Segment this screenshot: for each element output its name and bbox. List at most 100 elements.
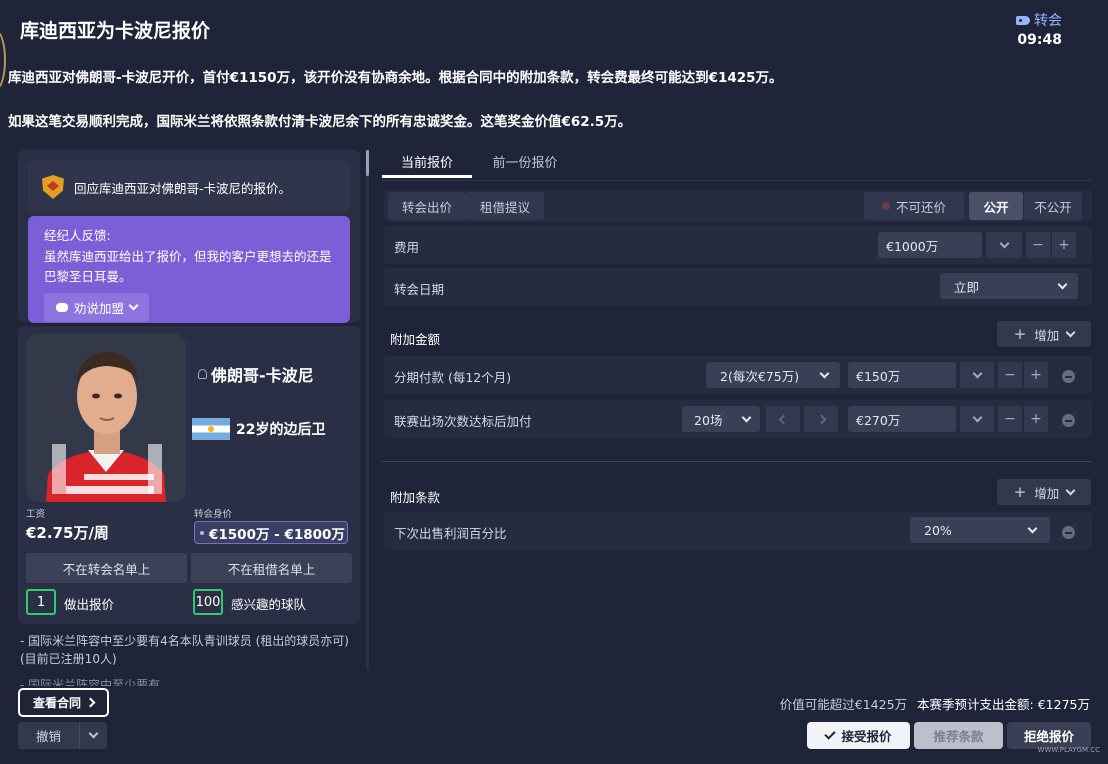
section-label[interactable]: 转会 [1016, 10, 1062, 30]
private-option[interactable]: 不公开 [1024, 192, 1082, 220]
max-value-text: 价值可能超过€1425万 [779, 697, 908, 712]
player-photo[interactable] [26, 334, 186, 502]
reject-offer-button[interactable]: 拒绝报价 [1007, 722, 1091, 749]
offers-label[interactable]: 做出报价 [64, 594, 114, 613]
clauses-label: 附加条款 [390, 490, 441, 505]
value-label: 转会身价 [194, 509, 233, 520]
appearances-prev[interactable] [766, 406, 800, 432]
fee-input[interactable]: €1000万 [878, 232, 982, 258]
offer-summary: 价值可能超过€1425万 本赛季预计支出金额: €1275万 [780, 694, 1090, 713]
player-portrait-image [26, 334, 186, 502]
tag-icon [1016, 15, 1030, 25]
loan-list-button[interactable]: 不在租借名单上 [191, 553, 352, 583]
interest-label[interactable]: 感兴趣的球队 [231, 594, 306, 613]
public-option[interactable]: 公开 [969, 192, 1023, 220]
appearances-next[interactable] [804, 406, 838, 432]
player-info: 22岁的边后卫 [192, 418, 325, 440]
sell-on-label: 下次出售利润百分比 [394, 526, 507, 541]
chat-bubble-icon [56, 303, 68, 312]
installments-label: 分期付款 (每12个月) [394, 370, 512, 385]
add-fee-button[interactable]: + 增加 [997, 321, 1091, 347]
player-name[interactable]: 佛朗哥-卡波尼 [198, 362, 314, 386]
fee-dropdown[interactable] [986, 232, 1022, 258]
scrollbar-thumb[interactable] [366, 150, 369, 176]
undo-button[interactable]: 撤销 [18, 722, 107, 749]
installments-increment[interactable]: + [1024, 362, 1048, 388]
chevron-down-icon [128, 300, 139, 311]
transfer-date-select[interactable]: 立即 [940, 273, 1078, 299]
recommend-terms-button[interactable]: 推荐条款 [914, 722, 1003, 749]
club-response-card: 回应库迪西亚对佛朗哥-卡波尼的报价。 经纪人反馈: 虽然库迪西亚给出了报价，但我… [18, 150, 360, 323]
persuade-button[interactable]: 劝说加盟 [44, 293, 150, 322]
transfer-date-label: 转会日期 [394, 282, 445, 297]
offer-type-bar: 转会出价 租借提议 不可还价 公开 不公开 [384, 190, 1092, 222]
fee-increment[interactable]: + [1052, 232, 1076, 258]
sell-on-row: 下次出售利润百分比 20% [384, 512, 1092, 550]
fee-row: 费用 €1000万 − + [384, 226, 1092, 264]
page-title: 库迪西亚为卡波尼报价 [20, 20, 211, 42]
sell-on-select[interactable]: 20% [910, 517, 1050, 543]
agent-feedback: 经纪人反馈: 虽然库迪西亚给出了报价，但我的客户更想去的还是巴黎圣日耳曼。 劝说… [28, 216, 350, 323]
lock-icon [881, 202, 890, 210]
person-icon [198, 369, 207, 379]
installments-decrement[interactable]: − [998, 362, 1022, 388]
appearances-amount[interactable]: €270万 [848, 406, 956, 432]
watermark: WWW.PLAYGM.CC [1037, 746, 1100, 754]
chevron-down-icon [999, 238, 1009, 248]
transfer-list-button[interactable]: 不在转会名单上 [26, 553, 187, 583]
chevron-right-icon [85, 697, 96, 708]
club-crest-icon [42, 175, 64, 199]
installments-dropdown[interactable] [960, 362, 994, 388]
chevron-down-icon [88, 728, 99, 739]
remove-installments-icon[interactable] [1062, 370, 1075, 383]
game-time: 09:48 [1017, 32, 1062, 48]
chevron-right-icon [816, 414, 826, 424]
transfer-offer-option[interactable]: 转会出价 [388, 192, 466, 220]
loan-offer-option[interactable]: 租借提议 [466, 192, 544, 220]
appearances-decrement[interactable]: − [998, 406, 1022, 432]
chevron-down-icon [972, 368, 982, 378]
scrollbar-track[interactable] [366, 150, 369, 670]
undo-dropdown[interactable] [80, 728, 107, 739]
transfer-date-row: 转会日期 立即 [384, 268, 1092, 306]
chevron-down-icon [819, 368, 830, 378]
remove-sell-on-icon[interactable] [1062, 526, 1075, 539]
tab-divider [382, 180, 1092, 181]
add-clause-button[interactable]: + 增加 [997, 479, 1091, 505]
tab-previous-offer[interactable]: 前一份报价 [480, 152, 570, 178]
appearances-dropdown[interactable] [960, 406, 994, 432]
installments-amount[interactable]: €150万 [848, 362, 956, 388]
intro-text-1: 库迪西亚对佛朗哥-卡波尼开价，首付€1150万，该开价没有协商余地。根据合同中的… [8, 70, 783, 86]
header-status: 转会 09:48 [1016, 10, 1062, 48]
value-range: €1500万 - €1800万 [194, 521, 348, 544]
check-icon [824, 728, 837, 740]
chevron-down-icon [1027, 523, 1038, 533]
chevron-down-icon [1057, 279, 1068, 289]
squad-rule-note-2: - 国际米兰阵容中至少要有... [20, 678, 172, 686]
argentina-flag-icon [192, 418, 230, 440]
intro-text-2: 如果这笔交易顺利完成，国际米兰将依照条款付清卡波尼余下的所有忠诚奖金。这笔奖金价… [8, 114, 632, 130]
remove-appearances-icon[interactable] [1062, 414, 1075, 427]
respond-text: 回应库迪西亚对佛朗哥-卡波尼的报价。 [74, 180, 292, 196]
fee-label: 费用 [394, 240, 420, 255]
chevron-down-icon [1065, 485, 1076, 495]
accept-offer-button[interactable]: 接受报价 [807, 722, 910, 749]
chevron-left-icon [778, 414, 788, 424]
tab-current-offer[interactable]: 当前报价 [382, 152, 472, 178]
chevron-down-icon [972, 412, 982, 422]
chevron-down-icon [1065, 327, 1076, 337]
appearances-increment[interactable]: + [1024, 406, 1048, 432]
fee-decrement[interactable]: − [1026, 232, 1050, 258]
wage-label: 工资 [26, 509, 46, 520]
chevron-down-icon [741, 412, 752, 422]
appearances-select[interactable]: 20场 [682, 406, 760, 432]
wage-value: €2.75万/周 [26, 524, 109, 542]
plus-icon: + [1013, 483, 1027, 501]
installments-select[interactable]: 2(每次€75万) [706, 362, 840, 388]
view-contract-button[interactable]: 查看合同 [18, 688, 109, 717]
respond-row[interactable]: 回应库迪西亚对佛朗哥-卡波尼的报价。 [28, 160, 350, 212]
add-on-fees-label: 附加金额 [390, 332, 441, 347]
section-divider [382, 461, 1092, 462]
agent-label: 经纪人反馈: [44, 228, 111, 243]
non-negotiable-toggle[interactable]: 不可还价 [864, 192, 964, 220]
